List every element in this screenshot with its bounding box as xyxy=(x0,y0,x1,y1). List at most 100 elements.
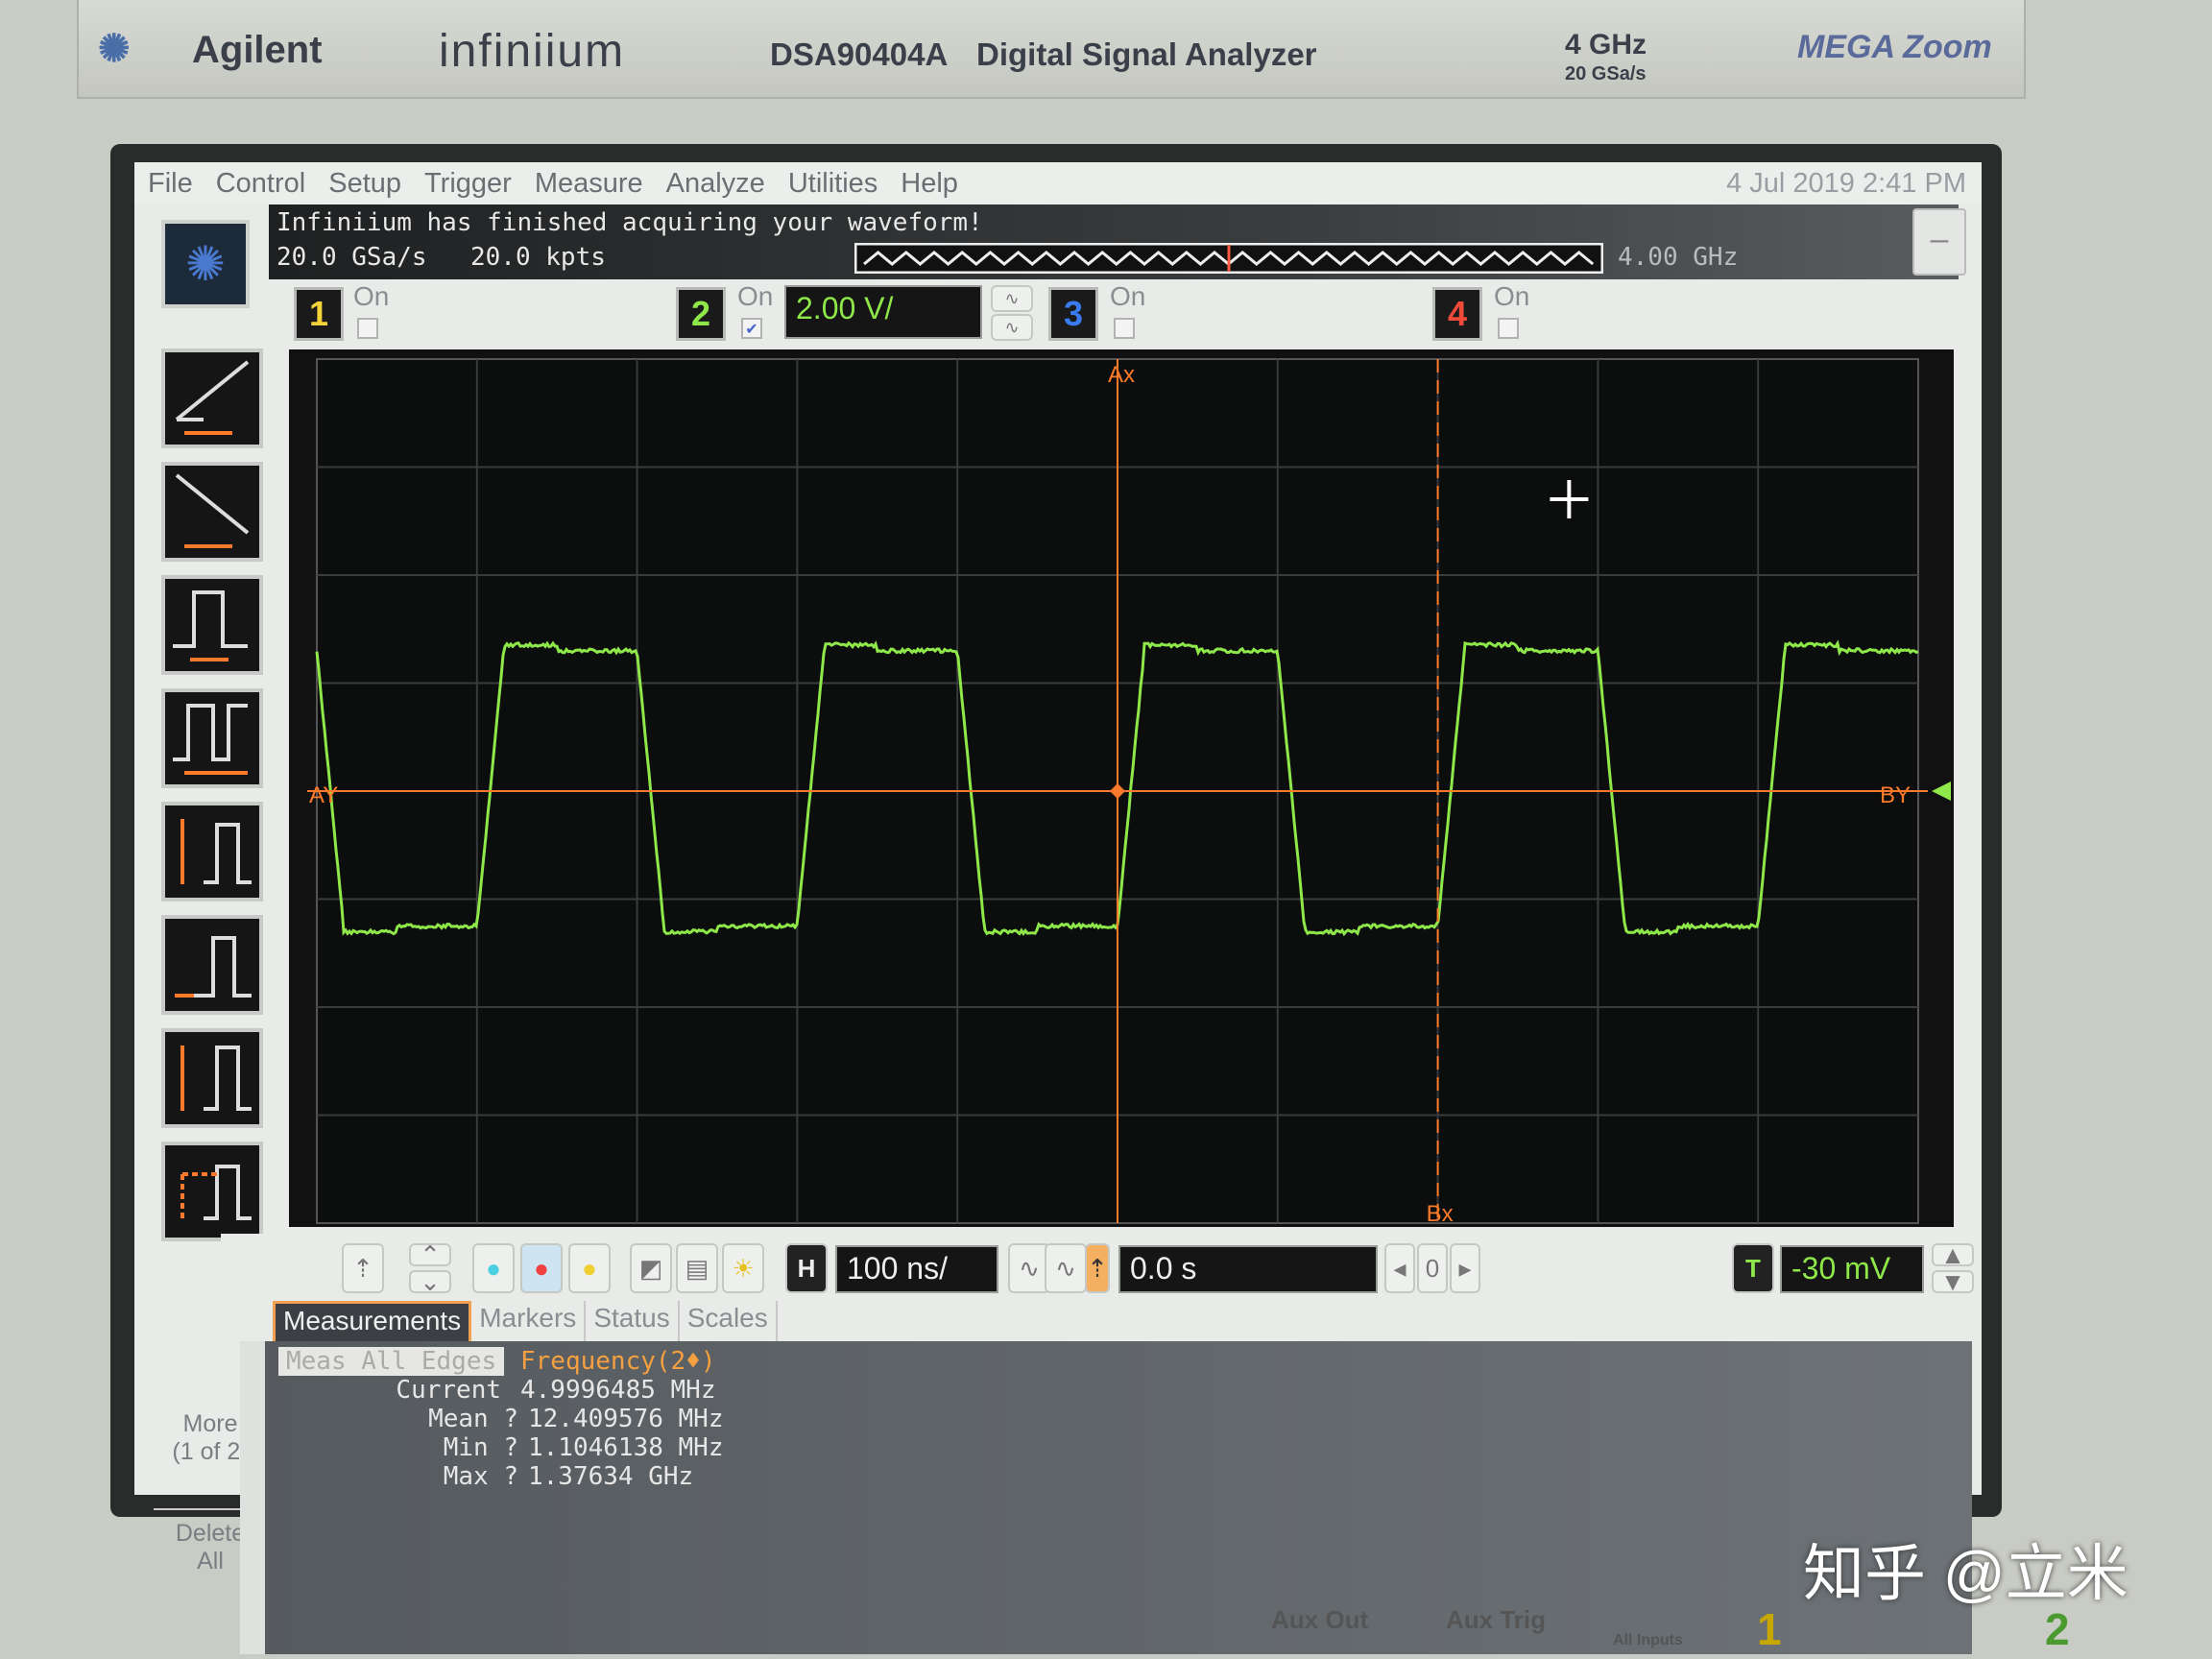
menu-utilities[interactable]: Utilities xyxy=(788,168,878,200)
horizontal-button[interactable]: H xyxy=(785,1243,828,1293)
cyan-dot-icon: ● xyxy=(486,1254,501,1283)
channel-2-scale-field[interactable]: 2.00 V/ xyxy=(784,285,982,339)
spark-icon: ✺ xyxy=(165,224,246,304)
scope-screen: File Control Setup Trigger Measure Analy… xyxy=(134,162,1982,1495)
autoscale-icon: ◩ xyxy=(639,1254,663,1283)
menu-file[interactable]: File xyxy=(148,168,193,200)
horizontal-position-field[interactable]: 0.0 s xyxy=(1118,1245,1378,1293)
meas-label-mean: Mean ? xyxy=(278,1405,518,1433)
scale-up-button[interactable]: ∿ xyxy=(991,285,1033,312)
channel-2-checkbox[interactable]: ✔ xyxy=(741,318,762,339)
minimize-button[interactable]: – xyxy=(1912,208,1966,276)
status-area: Infiniium has finished acquiring your wa… xyxy=(269,204,1959,279)
tab-measurements[interactable]: Measurements xyxy=(273,1301,471,1341)
measurements-panel: Meas All Edges Frequency(2♦) Current 4.9… xyxy=(240,1341,1972,1654)
agilent-logo-button[interactable]: ✺ xyxy=(161,220,250,308)
position-zero-button[interactable]: 0 xyxy=(1417,1243,1448,1293)
bandwidth-label: 4 GHz xyxy=(1565,29,1647,61)
meas-label-current: Current xyxy=(278,1376,501,1405)
eraser-icon: ▤ xyxy=(685,1254,709,1283)
color-red-button[interactable]: ● xyxy=(520,1243,563,1293)
marker-bx-label: Bx xyxy=(1427,1201,1454,1227)
yellow-dot-icon: ● xyxy=(582,1254,597,1283)
menu-bar: File Control Setup Trigger Measure Analy… xyxy=(134,162,1982,204)
pulse-width-tool[interactable] xyxy=(161,575,263,675)
megazoom-logo: MEGA Zoom xyxy=(1797,29,1992,66)
tab-scales[interactable]: Scales xyxy=(680,1301,778,1341)
channel-1-on-label: On xyxy=(353,281,389,312)
tab-markers[interactable]: Markers xyxy=(471,1301,586,1341)
color-yellow-button[interactable]: ● xyxy=(568,1243,611,1293)
menu-control[interactable]: Control xyxy=(216,168,306,200)
menu-analyze[interactable]: Analyze xyxy=(666,168,765,200)
meas-value-current: 4.9996485 MHz xyxy=(520,1376,716,1405)
waveform-display[interactable]: Ax Bx AY BY xyxy=(289,349,1954,1227)
channel-3-button[interactable]: 3 xyxy=(1048,287,1098,341)
trigger-level-field[interactable]: -30 mV xyxy=(1780,1245,1924,1293)
meas-all-edges-button[interactable]: Meas All Edges xyxy=(278,1347,504,1376)
rising-edge-trigger-tool[interactable] xyxy=(161,349,263,448)
color-cyan-button[interactable]: ● xyxy=(472,1243,515,1293)
sample-rate: 20.0 GSa/s xyxy=(276,243,427,272)
menu-help[interactable]: Help xyxy=(901,168,958,200)
aux-out-label: Aux Out xyxy=(1271,1605,1368,1635)
measurements-scrollbar[interactable] xyxy=(240,1341,265,1654)
tab-status[interactable]: Status xyxy=(586,1301,679,1341)
clear-display-button[interactable]: ▤ xyxy=(676,1243,718,1293)
scroll-down-button[interactable]: ⌄ xyxy=(409,1270,451,1293)
trigger-level-down-button[interactable]: ▼ xyxy=(1932,1270,1974,1293)
peak-to-peak-tool[interactable] xyxy=(161,1028,263,1128)
instrument-header: ✺ Agilent infiniium DSA90404A Digital Si… xyxy=(77,0,2026,99)
peak-to-peak-icon xyxy=(165,1032,259,1124)
product-line-label: infiniium xyxy=(439,25,625,78)
channel-3-on-label: On xyxy=(1110,281,1145,312)
autoscale-button[interactable]: ◩ xyxy=(630,1243,672,1293)
marker-ax-label: Ax xyxy=(1108,362,1135,388)
channel-1-input-label: 1 xyxy=(1757,1603,1782,1655)
acquisition-overview-bar[interactable] xyxy=(854,243,1603,274)
record-length: 20.0 kpts xyxy=(470,243,606,272)
channel-2-ground-marker xyxy=(1932,781,1951,801)
measurement-title: Frequency(2♦) xyxy=(520,1347,716,1376)
frequency-tool[interactable] xyxy=(161,688,263,788)
sun-icon: ☀ xyxy=(732,1254,754,1283)
trigger-level-up-button[interactable]: ▲ xyxy=(1932,1243,1974,1266)
all-inputs-label: All Inputs xyxy=(1613,1632,1683,1649)
overshoot-tool[interactable] xyxy=(161,1142,263,1241)
base-level-tool[interactable] xyxy=(161,915,263,1015)
horizontal-scale-field[interactable]: 100 ns/ xyxy=(835,1245,998,1293)
channel-3-checkbox[interactable] xyxy=(1114,318,1135,339)
meas-label-max: Max ? xyxy=(278,1462,518,1491)
falling-edge-trigger-tool[interactable] xyxy=(161,462,263,562)
channel-4-checkbox[interactable] xyxy=(1498,318,1519,339)
meas-label-min: Min ? xyxy=(278,1433,518,1462)
brightness-button[interactable]: ☀ xyxy=(722,1243,764,1293)
channel-4-on-label: On xyxy=(1494,281,1529,312)
model-label: DSA90404A xyxy=(770,36,948,73)
scale-down-button[interactable]: ∿ xyxy=(991,314,1033,341)
control-bar: ⇡ ⌃ ⌄ ● ● ● ◩ ▤ ☀ H 100 ns/ ∿ ∿ ⇡ 0.0 s … xyxy=(221,1234,1982,1301)
position-left-button[interactable]: ◂ xyxy=(1384,1243,1415,1293)
position-right-button[interactable]: ▸ xyxy=(1450,1243,1480,1293)
channel-1-checkbox[interactable] xyxy=(357,318,378,339)
time-scale-up-button[interactable]: ∿ xyxy=(1045,1243,1087,1293)
channel-4-button[interactable]: 4 xyxy=(1432,287,1482,341)
max-sample-rate-label: 20 GSa/s xyxy=(1565,63,1647,85)
brand-label: Agilent xyxy=(192,29,323,72)
channel-2-button[interactable]: 2 xyxy=(676,287,726,341)
menu-measure[interactable]: Measure xyxy=(535,168,643,200)
status-message: Infiniium has finished acquiring your wa… xyxy=(276,208,983,237)
trigger-reference-icon[interactable]: ⇡ xyxy=(1085,1243,1110,1293)
trigger-button[interactable]: T xyxy=(1732,1243,1774,1293)
scroll-up-button[interactable]: ⌃ xyxy=(409,1243,451,1266)
menu-trigger[interactable]: Trigger xyxy=(424,168,512,200)
results-tabs: Measurements Markers Status Scales xyxy=(221,1301,1982,1341)
amplitude-tool[interactable] xyxy=(161,802,263,902)
waveform-up-button[interactable]: ⇡ xyxy=(342,1243,384,1293)
period-icon xyxy=(165,692,259,784)
amplitude-icon xyxy=(165,805,259,898)
channel-1-button[interactable]: 1 xyxy=(294,287,344,341)
agilent-spark-icon: ✺ xyxy=(98,27,131,71)
channel-2-on-label: On xyxy=(737,281,773,312)
menu-setup[interactable]: Setup xyxy=(328,168,401,200)
